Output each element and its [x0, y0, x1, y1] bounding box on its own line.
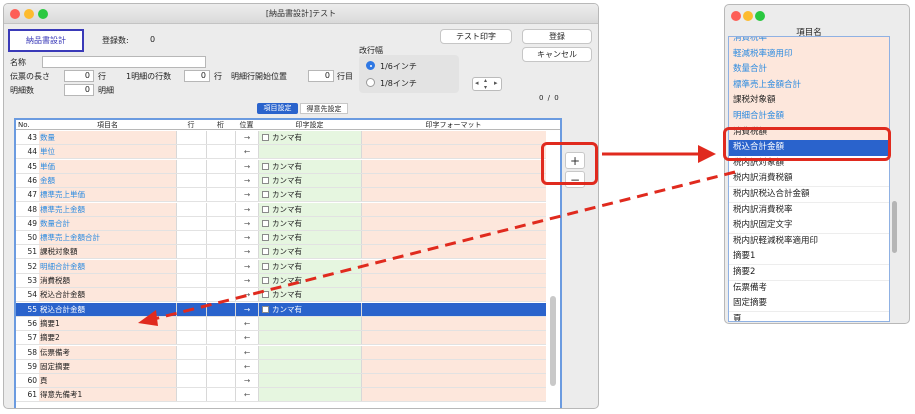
dashed-arrow-shaft [149, 170, 736, 322]
solid-arrow-head [698, 145, 716, 163]
annotation-arrows [138, 145, 736, 326]
dashed-arrow-head [138, 310, 158, 326]
